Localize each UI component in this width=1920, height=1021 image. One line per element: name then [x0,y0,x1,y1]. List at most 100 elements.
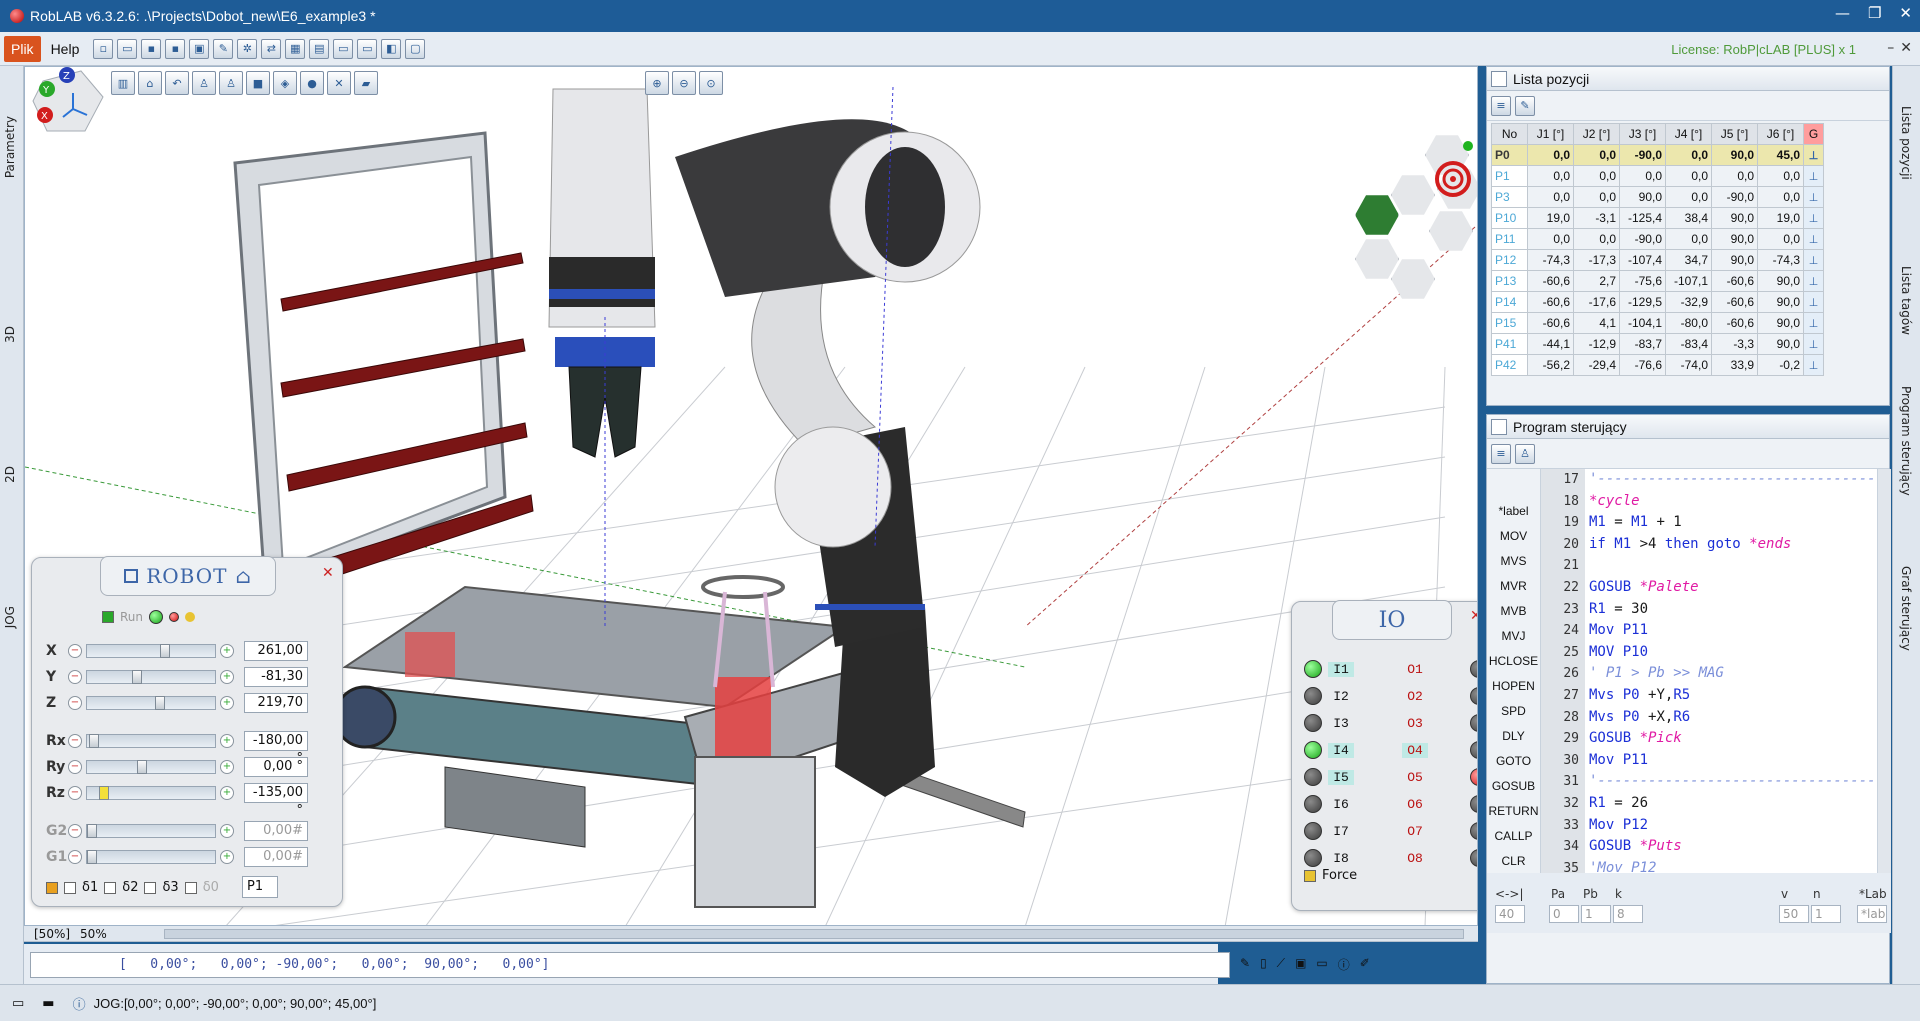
input-i3[interactable]: I3 [1304,712,1360,734]
run-yellow-icon[interactable] [185,612,196,622]
io-led-icon[interactable] [1470,741,1477,759]
tab-3d[interactable]: 3D [3,326,17,343]
run-checkbox[interactable] [102,611,114,623]
io-led-icon[interactable] [1304,822,1322,840]
column-header[interactable]: G [1803,123,1824,145]
tab-program-sterujacy[interactable]: Program sterujący [1899,386,1913,496]
jog-minus-button[interactable]: − [68,696,82,710]
jog-value-field[interactable]: 0,00# [244,821,308,841]
column-header[interactable]: No [1491,123,1528,145]
jog-value-field[interactable]: 219,70 [244,693,308,713]
jog-slider-thumb[interactable] [136,760,147,774]
delta1-checkbox[interactable] [64,881,76,894]
jog-minus-button[interactable]: − [68,734,82,748]
stop-icon[interactable]: ■ [246,71,270,95]
column-header[interactable]: J5 [°] [1711,123,1758,145]
input-i6[interactable]: I6 [1304,793,1360,815]
ruler-icon[interactable]: ▭ [1316,956,1327,973]
io-led-icon[interactable] [1470,822,1477,840]
jog-slider-thumb[interactable] [98,786,109,800]
menu-plik[interactable]: Plik [4,35,41,62]
code-line[interactable]: 'Mov P12 [1589,858,1877,873]
table-row[interactable]: P10 19,0 -3,1 -125,4 38,4 90,0 19,0 ⊥ [1491,207,1824,229]
ruler-icon[interactable]: ▥ [111,71,135,95]
output-o1[interactable]: O1 [1396,658,1477,680]
command-item[interactable]: HCLOSE [1487,649,1540,674]
code-editor[interactable]: '---------------------------------------… [1585,469,1877,873]
open-folder-icon[interactable]: ▭ [117,38,138,59]
delta3-checkbox[interactable] [144,881,157,894]
delta2-checkbox[interactable] [104,881,117,894]
input-i4[interactable]: I4 [1304,739,1360,761]
home-robot-icon[interactable] [1355,195,1399,235]
gripper-icon[interactable]: ⊥ [1803,249,1824,271]
monitor-icon[interactable]: ▭ [12,996,24,1011]
gripper-icon[interactable]: ⊥ [1803,186,1824,208]
close-icon[interactable]: ✕ [1470,608,1477,624]
jog-plus-button[interactable]: + [220,670,234,684]
column-header[interactable]: J4 [°] [1665,123,1712,145]
zoom-out-icon[interactable]: ⊖ [672,71,696,95]
code-line[interactable]: Mvs P0 +X,R6 [1589,707,1877,729]
code-line[interactable]: GOSUB *Palete [1589,577,1877,599]
output-o8[interactable]: O8 [1396,847,1477,869]
table-row[interactable]: P1 0,0 0,0 0,0 0,0 0,0 0,0 ⊥ [1491,165,1824,187]
eraser-icon[interactable]: ▰ [354,71,378,95]
robot-a-icon[interactable]: ♙ [192,71,216,95]
code-line[interactable] [1589,555,1877,577]
table-row[interactable]: P12 -74,3 -17,3 -107,4 34,7 90,0 -74,3 ⊥ [1491,249,1824,271]
gripper-icon[interactable]: ⊥ [1803,165,1824,187]
position-select[interactable]: P1 [242,876,278,898]
zoom-level[interactable]: 50% [80,927,107,941]
graph-icon[interactable]: ⟋ [1277,956,1285,973]
gripper-icon[interactable]: ⊥ [1803,207,1824,229]
panel-icon[interactable]: ▭ [357,38,378,59]
code-line[interactable]: GOSUB *Puts [1589,836,1877,858]
target-icon[interactable]: ◈ [273,71,297,95]
gripper-icon[interactable]: ⊥ [1803,333,1824,355]
jog-slider[interactable] [86,644,216,658]
home-icon[interactable]: ⌂ [235,564,251,588]
jog-plus-button[interactable]: + [220,850,234,864]
robot-icon[interactable] [1355,239,1399,279]
axis-gizmo[interactable]: Z Y X [29,67,109,137]
jog-minus-button[interactable]: − [68,644,82,658]
footer-pa-field[interactable]: 0 [1549,905,1579,923]
jog-plus-button[interactable]: + [220,696,234,710]
output-o3[interactable]: O3 [1396,712,1477,734]
layout-icon[interactable]: ▦ [285,38,306,59]
force-checkbox[interactable] [1304,869,1316,882]
column-header[interactable]: J3 [°] [1619,123,1666,145]
gripper-icon[interactable]: ⊥ [1803,228,1824,250]
jog-plus-button[interactable]: + [220,786,234,800]
zoom-level-bracket[interactable]: [50%] [34,927,70,941]
home-view-icon[interactable]: ⌂ [138,71,162,95]
command-item[interactable]: MVS [1487,549,1540,574]
io-led-icon[interactable] [1304,687,1322,705]
io-led-icon[interactable] [1470,660,1477,678]
io-led-icon[interactable] [1304,768,1322,786]
io-led-icon[interactable] [1470,795,1477,813]
command-item[interactable]: GOTO [1487,749,1540,774]
gripper-icon[interactable]: ⊥ [1803,270,1824,292]
code-line[interactable]: GOSUB *Pick [1589,728,1877,750]
lock-icon[interactable]: ▣ [1295,956,1306,973]
wrench-icon[interactable]: ✎ [213,38,234,59]
command-item[interactable]: MVR [1487,574,1540,599]
menu-icon[interactable]: ≡ [1491,95,1511,116]
tab-lista-pozycji[interactable]: Lista pozycji [1899,106,1913,180]
input-i8[interactable]: I8 [1304,847,1360,869]
tab-2d[interactable]: 2D [3,466,17,483]
table-row[interactable]: P3 0,0 0,0 90,0 0,0 -90,0 0,0 ⊥ [1491,186,1824,208]
remove-icon[interactable]: ✕ [327,71,351,95]
code-line[interactable]: *cycle [1589,491,1877,513]
footer-lab-field[interactable]: *lab [1857,905,1887,923]
chart-icon[interactable] [1391,175,1435,215]
jog-slider[interactable] [86,786,216,800]
jog-minus-button[interactable]: − [68,850,82,864]
jog-value-field[interactable]: -135,00 ° [244,783,308,818]
jog-slider-thumb[interactable] [155,696,166,710]
jog-slider[interactable] [86,670,216,684]
gripper-icon[interactable]: ⊥ [1803,144,1824,166]
jog-value-field[interactable]: 0,00# [244,847,308,867]
